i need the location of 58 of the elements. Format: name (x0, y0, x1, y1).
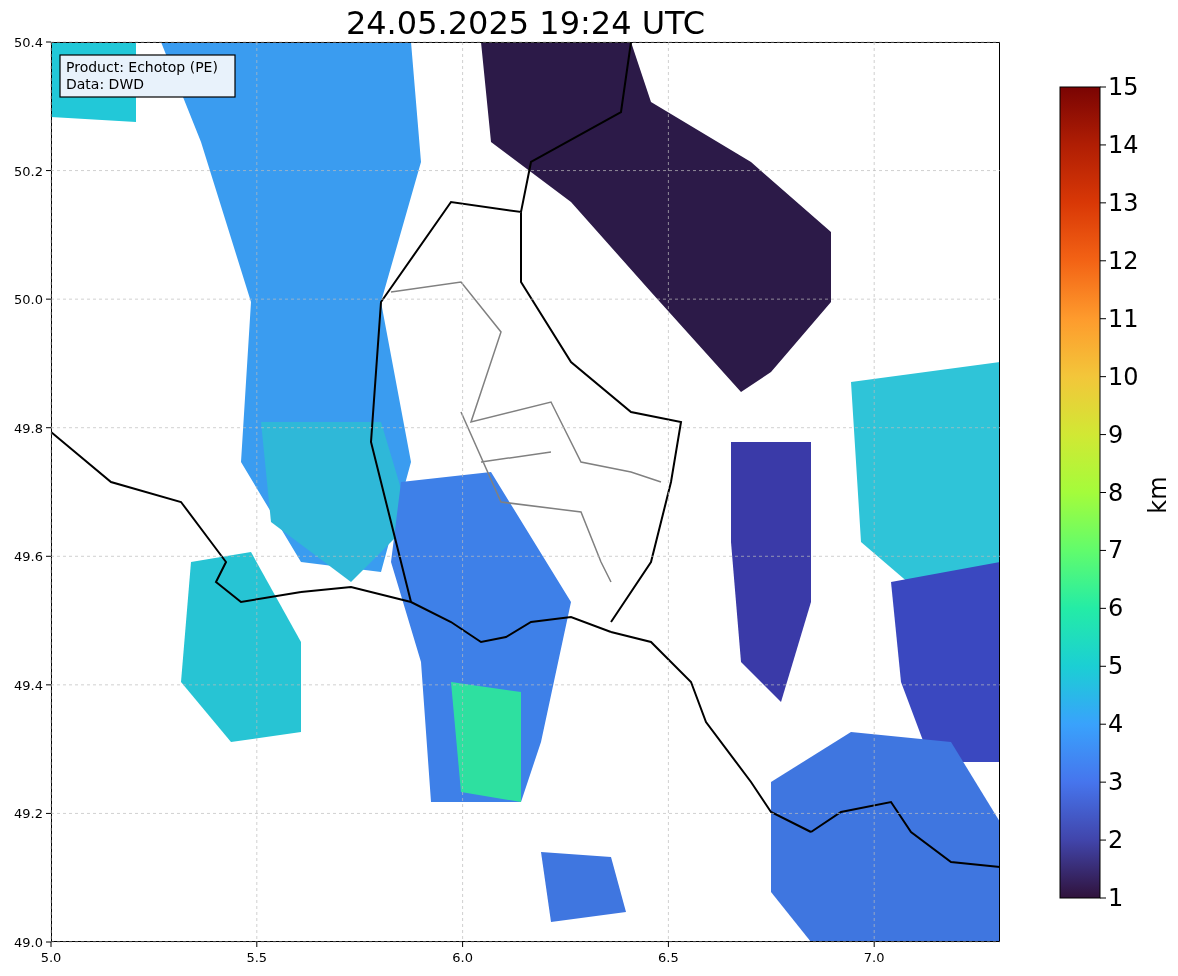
colorbar-title: km (1144, 476, 1172, 514)
colorbar-tick-label: 1 (1108, 884, 1124, 912)
colorbar-tick-label: 15 (1108, 73, 1139, 101)
tick-mark (45, 555, 52, 557)
tick-mark (256, 941, 258, 948)
tick-mark (1099, 665, 1107, 667)
tick-mark (873, 941, 875, 948)
tick-mark (462, 941, 464, 948)
tick-mark (1099, 202, 1107, 204)
x-tick-label: 5.5 (246, 950, 268, 965)
tick-mark (1099, 260, 1107, 262)
y-tick-label: 49.0 (14, 935, 43, 950)
tick-mark (1099, 434, 1107, 436)
tick-mark (1099, 376, 1107, 378)
colorbar-tick-label: 2 (1108, 826, 1124, 855)
colorbar-tick-label: 8 (1108, 478, 1124, 507)
tick-mark (45, 298, 52, 300)
colorbar-tick-label: 12 (1108, 246, 1139, 275)
colorbar-tick-label: 6 (1108, 594, 1124, 623)
info-text: Data: DWD (66, 76, 144, 92)
y-tick-label: 50.2 (14, 163, 43, 179)
chart-title: 24.05.2025 19:24 UTC (345, 4, 706, 42)
colorbar-tick-label: 10 (1108, 362, 1139, 391)
colorbar-tick-label: 5 (1108, 652, 1124, 681)
tick-mark (1099, 144, 1107, 146)
info-text: Product: Echotop (PE) (66, 59, 218, 75)
tick-mark (1099, 549, 1107, 551)
tick-mark (1099, 86, 1107, 88)
x-tick-label: 6.0 (452, 950, 473, 965)
tick-mark (1099, 839, 1107, 841)
colorbar-tick-label: 11 (1108, 304, 1139, 333)
y-tick-label: 49.2 (14, 806, 43, 822)
colorbar-tick-label: 9 (1108, 420, 1124, 449)
tick-mark (667, 941, 669, 948)
tick-mark (1099, 318, 1107, 320)
tick-mark (1099, 492, 1107, 493)
x-tick-label: 6.5 (658, 950, 679, 965)
colorbar-tick-label: 3 (1108, 768, 1124, 797)
y-tick-label: 50.0 (14, 292, 43, 308)
tick-mark (1099, 607, 1107, 609)
colorbar-tick-label: 7 (1108, 536, 1124, 565)
tick-mark (45, 684, 52, 686)
x-tick-label: 5.0 (40, 950, 62, 965)
y-tick-label: 49.4 (14, 677, 43, 693)
tick-mark (1099, 897, 1107, 899)
tick-mark (45, 41, 52, 43)
y-tick-label: 49.6 (14, 549, 43, 565)
colorbar-tick-label: 14 (1108, 130, 1139, 159)
colorbar-tick-label: 13 (1108, 188, 1139, 217)
y-tick-label: 50.4 (14, 35, 43, 50)
tick-mark (1099, 723, 1107, 725)
colorbar-tick-label: 4 (1108, 710, 1124, 739)
y-tick-label: 49.8 (14, 420, 43, 436)
tick-mark (45, 812, 52, 814)
tick-mark (1099, 781, 1107, 783)
tick-mark (45, 427, 52, 429)
x-tick-label: 7.0 (863, 950, 885, 965)
tick-mark (45, 170, 52, 172)
